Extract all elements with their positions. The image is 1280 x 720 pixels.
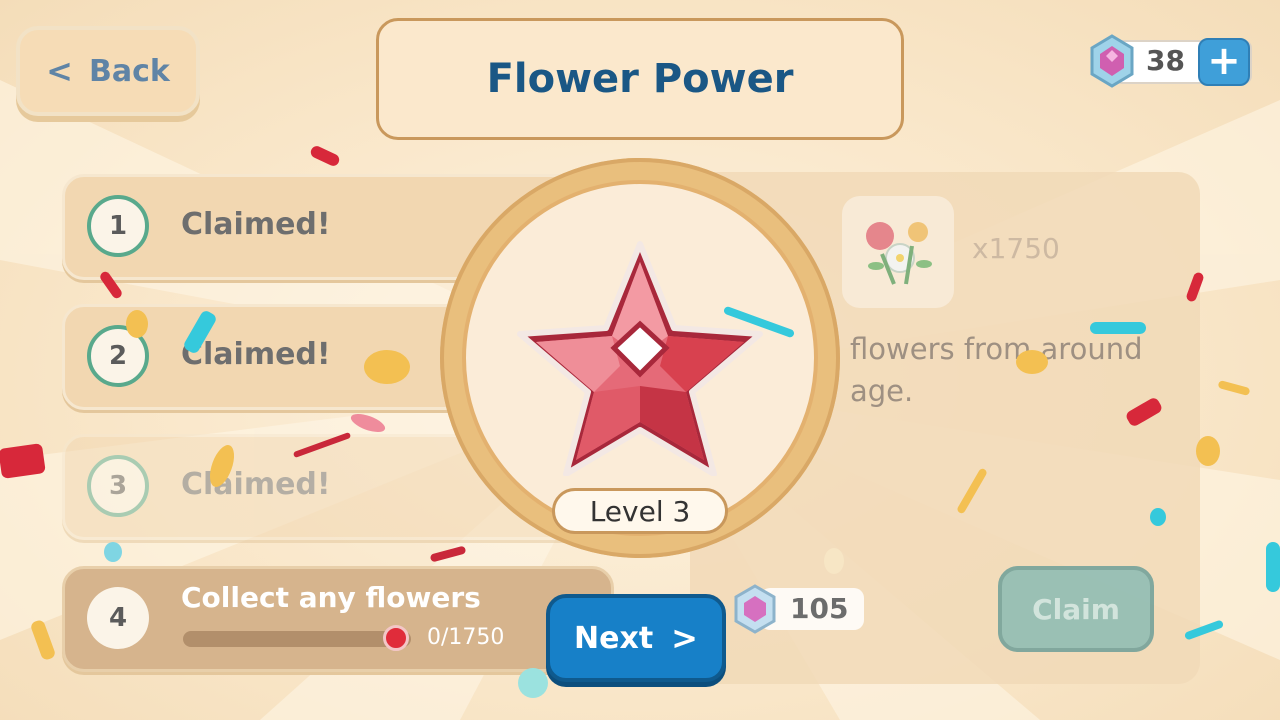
gem-counter: 38 + bbox=[1090, 34, 1252, 88]
confetti-piece bbox=[518, 668, 548, 698]
star-gem-icon bbox=[517, 241, 763, 476]
task-description-text: flowers from around age. bbox=[850, 328, 1170, 412]
description-line-2: age. bbox=[850, 374, 914, 408]
task-status: Claimed! bbox=[181, 467, 331, 502]
back-button[interactable]: < Back bbox=[16, 26, 200, 116]
confetti-piece bbox=[1090, 322, 1146, 334]
task-number-badge: 1 bbox=[87, 195, 149, 257]
confetti-piece bbox=[1266, 542, 1280, 592]
chevron-left-icon: < bbox=[46, 52, 73, 90]
task-status: Claimed! bbox=[181, 207, 331, 242]
gem-reward-amount: 105 bbox=[790, 592, 849, 625]
progress-bar bbox=[183, 631, 411, 647]
flower-reward-box bbox=[842, 196, 954, 308]
confetti-piece bbox=[0, 443, 46, 479]
next-button[interactable]: Next > bbox=[546, 594, 726, 682]
confetti-piece bbox=[1196, 436, 1220, 466]
task-description: Collect any flowers bbox=[181, 581, 481, 614]
level-label: Level 3 bbox=[589, 494, 691, 528]
next-label: Next bbox=[574, 620, 654, 656]
page-title: Flower Power bbox=[376, 18, 904, 140]
reward-count: x1750 bbox=[972, 232, 1060, 265]
confetti-piece bbox=[104, 542, 122, 562]
progress-text: 0/1750 bbox=[427, 625, 505, 650]
gem-icon bbox=[734, 584, 776, 634]
back-label: Back bbox=[88, 53, 170, 89]
confetti-piece bbox=[824, 548, 844, 574]
progress-indicator bbox=[383, 625, 409, 651]
gem-icon bbox=[1090, 34, 1134, 88]
claim-label: Claim bbox=[1032, 592, 1120, 626]
flower-bouquet-icon bbox=[866, 222, 932, 285]
level-badge: Level 3 bbox=[552, 488, 728, 534]
task-row-4[interactable]: 4 Collect any flowers 0/1750 bbox=[62, 566, 614, 672]
task-number-badge: 4 bbox=[87, 587, 149, 649]
gem-count: 38 bbox=[1146, 44, 1185, 77]
description-line-1: flowers from around bbox=[850, 332, 1143, 366]
task-number-badge: 3 bbox=[87, 455, 149, 517]
confetti-piece bbox=[126, 310, 148, 338]
confetti-piece bbox=[1150, 508, 1166, 526]
task-status: Claimed! bbox=[181, 337, 331, 372]
confetti-piece bbox=[364, 350, 410, 384]
add-gems-button[interactable]: + bbox=[1198, 38, 1250, 86]
claim-button[interactable]: Claim bbox=[998, 566, 1154, 652]
plus-icon: + bbox=[1207, 38, 1241, 84]
chevron-right-icon: > bbox=[671, 619, 698, 657]
confetti-piece bbox=[1016, 350, 1048, 374]
title-text: Flower Power bbox=[486, 56, 794, 102]
